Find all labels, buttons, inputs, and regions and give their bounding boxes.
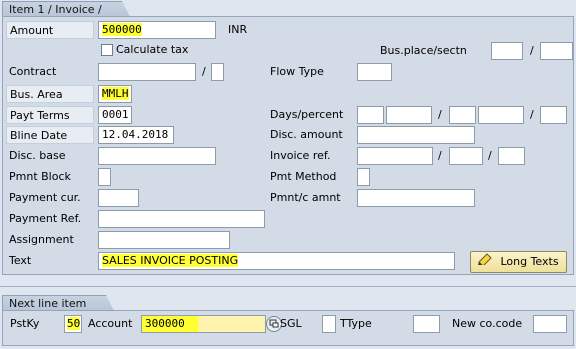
- days-percent-label: Days/percent: [270, 108, 344, 121]
- flowtype-label: Flow Type: [270, 65, 324, 78]
- item-group-tab: Item 1 / Invoice / 01: [2, 1, 130, 17]
- pstky-field[interactable]: 50: [64, 315, 82, 333]
- days1-field[interactable]: [357, 106, 384, 124]
- disc-amount-label: Disc. amount: [270, 128, 343, 141]
- invoice-ref-field[interactable]: [357, 147, 433, 165]
- assignment-label: Assignment: [9, 233, 74, 246]
- invoice-separator-1: /: [438, 149, 442, 162]
- next-line-tab: Next line item: [2, 295, 114, 311]
- contract-separator: /: [202, 65, 206, 78]
- busarea-field[interactable]: MMLH: [98, 85, 132, 103]
- amount-label: Amount: [6, 21, 94, 39]
- pstky-label: PstKy: [10, 317, 40, 330]
- new-co-code-label: New co.code: [452, 317, 523, 330]
- calculate-tax-checkbox[interactable]: [101, 44, 113, 56]
- busplace-field[interactable]: [491, 42, 523, 60]
- amount-field[interactable]: 500000: [98, 21, 216, 39]
- invoice-year-field[interactable]: [449, 147, 483, 165]
- disc-amount-field[interactable]: [357, 126, 475, 144]
- long-texts-label: Long Texts: [500, 255, 559, 268]
- busplace-separator: /: [530, 44, 534, 57]
- invoice-ref-label: Invoice ref.: [270, 149, 331, 162]
- disc-base-field[interactable]: [98, 147, 216, 165]
- payment-ref-field[interactable]: [98, 210, 265, 228]
- payment-cur-label: Payment cur.: [9, 191, 81, 204]
- bline-date-field[interactable]: 12.04.2018: [98, 126, 174, 144]
- contract-label: Contract: [9, 65, 57, 78]
- days-separator-2: /: [530, 108, 534, 121]
- new-co-code-field[interactable]: [533, 315, 567, 333]
- busarea-value: MMLH: [102, 87, 129, 100]
- bline-date-label: Bline Date: [6, 126, 94, 144]
- pmt-method-field[interactable]: [357, 168, 370, 186]
- flowtype-field[interactable]: [357, 63, 392, 81]
- pmntc-amnt-field[interactable]: [357, 189, 475, 207]
- invoice-separator-2: /: [488, 149, 492, 162]
- pstky-value: 50: [67, 317, 81, 330]
- pmnt-block-label: Pmnt Block: [9, 170, 71, 183]
- currency-label: INR: [228, 23, 248, 36]
- payment-cur-field[interactable]: [98, 189, 139, 207]
- amount-value: 500000: [102, 23, 142, 36]
- invoice-line-field[interactable]: [498, 147, 525, 165]
- pmnt-block-field[interactable]: [98, 168, 111, 186]
- assignment-field[interactable]: [98, 231, 230, 249]
- sgl-ind-label: SGL Ind: [280, 317, 302, 330]
- busarea-label: Bus. Area: [6, 85, 94, 103]
- days3-field[interactable]: [540, 106, 567, 124]
- account-field[interactable]: 300000: [141, 315, 266, 333]
- payt-terms-label: Payt Terms: [6, 106, 94, 124]
- disc-base-label: Disc. base: [9, 149, 66, 162]
- account-label: Account: [88, 317, 133, 330]
- percent2-field[interactable]: [478, 106, 524, 124]
- ttype-label: TType: [340, 317, 372, 330]
- payment-ref-label: Payment Ref.: [9, 212, 82, 225]
- busplace-label: Bus.place/sectn: [380, 44, 467, 57]
- pmntc-amnt-label: Pmnt/c amnt: [270, 191, 341, 204]
- payt-terms-field[interactable]: 0001: [98, 106, 132, 124]
- pencil-icon: [478, 252, 494, 272]
- text-field[interactable]: SALES INVOICE POSTING: [98, 252, 455, 270]
- account-value: 300000: [145, 317, 185, 330]
- pmt-method-label: Pmt Method: [270, 170, 337, 183]
- long-texts-button[interactable]: Long Texts: [470, 251, 567, 273]
- sgl-ind-field[interactable]: [322, 315, 336, 333]
- contract-field[interactable]: [98, 63, 196, 81]
- ttype-field[interactable]: [413, 315, 440, 333]
- section-divider: [0, 286, 576, 287]
- calculate-tax-label: Calculate tax: [116, 43, 189, 56]
- text-label: Text: [9, 254, 32, 267]
- percent1-field[interactable]: [386, 106, 432, 124]
- section-code-field[interactable]: [540, 42, 573, 60]
- text-value: SALES INVOICE POSTING: [102, 254, 239, 267]
- days-separator-1: /: [438, 108, 442, 121]
- days2-field[interactable]: [449, 106, 476, 124]
- contract-type-field[interactable]: [211, 63, 224, 81]
